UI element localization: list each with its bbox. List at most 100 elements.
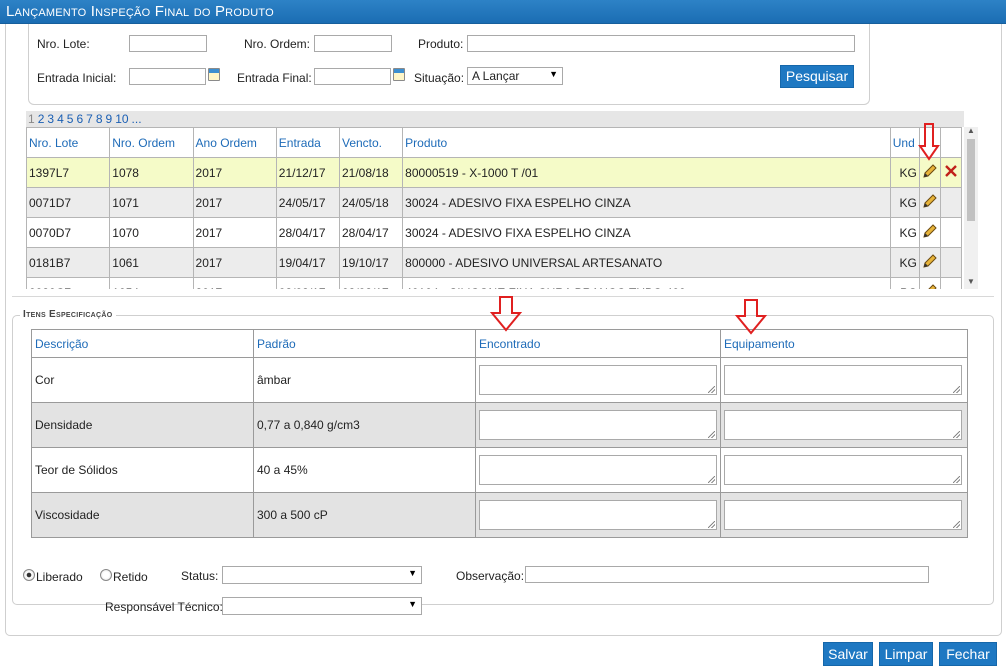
nro-ordem-input[interactable] xyxy=(314,35,392,52)
table-row[interactable]: 1397L7 1078 2017 21/12/17 21/08/18 80000… xyxy=(26,157,963,188)
equipamento-textarea[interactable] xyxy=(724,455,962,485)
chevron-down-icon: ▼ xyxy=(408,599,417,609)
page-title: Lançamento Inspeção Final do Produto xyxy=(0,0,1006,24)
table-row[interactable]: 0070D7 1070 2017 28/04/17 28/04/17 30024… xyxy=(26,217,963,248)
status-label: Status: xyxy=(181,569,219,583)
cell-lote: 0030C7 xyxy=(26,277,111,289)
delete-x-icon[interactable] xyxy=(939,157,963,188)
scroll-down-icon[interactable]: ▼ xyxy=(967,277,975,286)
encontrado-textarea[interactable] xyxy=(479,410,717,440)
spec-padrao: 300 a 500 cP xyxy=(253,492,476,538)
cell-und: PC xyxy=(889,277,920,289)
nro-lote-input[interactable] xyxy=(129,35,207,52)
col-header-entrada[interactable]: Entrada xyxy=(275,127,340,158)
entrada-inicial-label: Entrada Inicial: xyxy=(37,71,117,85)
spec-descricao: Viscosidade xyxy=(31,492,254,538)
pager-link[interactable]: 2 xyxy=(38,112,45,126)
entrada-final-input[interactable] xyxy=(314,68,391,85)
pager-link[interactable]: 10 xyxy=(115,112,128,126)
observacao-input[interactable] xyxy=(525,566,929,583)
entrada-inicial-input[interactable] xyxy=(129,68,206,85)
calendar-icon[interactable] xyxy=(393,68,405,81)
table-row[interactable]: 0071D7 1071 2017 24/05/17 24/05/18 30024… xyxy=(26,187,963,218)
edit-pencil-icon[interactable] xyxy=(918,277,941,289)
spec-descricao: Cor xyxy=(31,357,254,403)
encontrado-textarea[interactable] xyxy=(479,455,717,485)
col-header-nro-lote[interactable]: Nro. Lote xyxy=(26,127,111,158)
equipamento-textarea[interactable] xyxy=(724,500,962,530)
cell-ordem: 1071 xyxy=(109,187,194,218)
search-button[interactable]: Pesquisar xyxy=(780,65,854,88)
equipamento-textarea[interactable] xyxy=(724,410,962,440)
scroll-up-icon[interactable]: ▲ xyxy=(967,126,975,135)
cell-lote: 0071D7 xyxy=(26,187,111,218)
cell-ordem: 1078 xyxy=(109,157,194,188)
grid-scrollbar[interactable]: ▲ ▼ xyxy=(964,126,978,289)
edit-pencil-icon[interactable] xyxy=(918,157,941,188)
spec-descricao: Teor de Sólidos xyxy=(31,447,254,493)
col-header-delete xyxy=(939,127,963,158)
calendar-icon[interactable] xyxy=(208,68,220,81)
pager-link[interactable]: 8 xyxy=(96,112,103,126)
save-button[interactable]: Salvar xyxy=(823,642,873,666)
pager-link[interactable]: 1 xyxy=(28,112,35,126)
liberado-label: Liberado xyxy=(36,570,83,584)
spec-padrao: âmbar xyxy=(253,357,476,403)
encontrado-textarea[interactable] xyxy=(479,365,717,395)
close-button[interactable]: Fechar xyxy=(939,642,997,666)
specs-legend: Itens Especificação xyxy=(20,309,116,320)
responsavel-label: Responsável Técnico: xyxy=(105,600,223,614)
cell-produto: 30024 - ADESIVO FIXA ESPELHO CINZA xyxy=(402,187,891,218)
produto-label: Produto: xyxy=(418,37,464,51)
pager-link[interactable]: 9 xyxy=(106,112,113,126)
cell-ordem: 1054 xyxy=(109,277,194,289)
pager-link[interactable]: 6 xyxy=(76,112,83,126)
cell-ano: 2017 xyxy=(192,187,277,218)
cell-entrada: 03/03/17 xyxy=(275,277,340,289)
spec-row: Densidade 0,77 a 0,840 g/cm3 xyxy=(31,402,968,448)
pager-link[interactable]: 4 xyxy=(57,112,64,126)
col-header-produto[interactable]: Produto xyxy=(402,127,891,158)
equipamento-textarea[interactable] xyxy=(724,365,962,395)
col-header-vencto[interactable]: Vencto. xyxy=(338,127,404,158)
edit-pencil-icon[interactable] xyxy=(918,217,941,248)
cell-entrada: 24/05/17 xyxy=(275,187,340,218)
responsavel-select[interactable]: ▼ xyxy=(222,597,422,615)
cell-ano: 2017 xyxy=(192,247,277,278)
cell-ano: 2017 xyxy=(192,217,277,248)
cell-und: KG xyxy=(889,247,920,278)
cell-entrada: 19/04/17 xyxy=(275,247,340,278)
pager-link[interactable]: 5 xyxy=(67,112,74,126)
pager-link[interactable]: 7 xyxy=(86,112,93,126)
pager-link[interactable]: 3 xyxy=(47,112,54,126)
situacao-select[interactable]: A Lançar ▼ xyxy=(467,67,563,85)
cell-entrada: 21/12/17 xyxy=(275,157,340,188)
cell-vencto: 28/04/17 xyxy=(338,217,404,248)
table-row[interactable]: 0181B7 1061 2017 19/04/17 19/10/17 80000… xyxy=(26,247,963,278)
pager: 1 2 3 4 5 6 7 8 9 10... xyxy=(26,111,964,127)
cell-produto: 80000519 - X-1000 T /01 xyxy=(402,157,891,188)
col-header-descricao: Descrição xyxy=(31,329,254,358)
scroll-thumb[interactable] xyxy=(967,139,975,221)
spec-padrao: 0,77 a 0,840 g/cm3 xyxy=(253,402,476,448)
cell-und: KG xyxy=(889,217,920,248)
spec-row: Teor de Sólidos 40 a 45% xyxy=(31,447,968,493)
col-header-nro-ordem[interactable]: Nro. Ordem xyxy=(109,127,194,158)
edit-pencil-icon[interactable] xyxy=(918,247,941,278)
encontrado-textarea[interactable] xyxy=(479,500,717,530)
cell-vencto: 03/03/17 xyxy=(338,277,404,289)
pager-link[interactable]: ... xyxy=(132,112,142,126)
col-header-und[interactable]: Und xyxy=(889,127,920,158)
table-row[interactable]: 0030C7 1054 2017 03/03/17 03/03/17 40104… xyxy=(26,277,963,289)
edit-pencil-icon[interactable] xyxy=(918,187,941,218)
liberado-radio[interactable] xyxy=(23,569,35,581)
lote-grid: Nro. Lote Nro. Ordem Ano Ordem Entrada V… xyxy=(26,127,964,289)
col-header-ano-ordem[interactable]: Ano Ordem xyxy=(192,127,277,158)
status-select[interactable]: ▼ xyxy=(222,566,422,584)
retido-radio[interactable] xyxy=(100,569,112,581)
clear-button[interactable]: Limpar xyxy=(879,642,933,666)
produto-input[interactable] xyxy=(467,35,855,52)
cell-und: KG xyxy=(889,187,920,218)
chevron-down-icon: ▼ xyxy=(549,69,558,79)
cell-und: KG xyxy=(889,157,920,188)
